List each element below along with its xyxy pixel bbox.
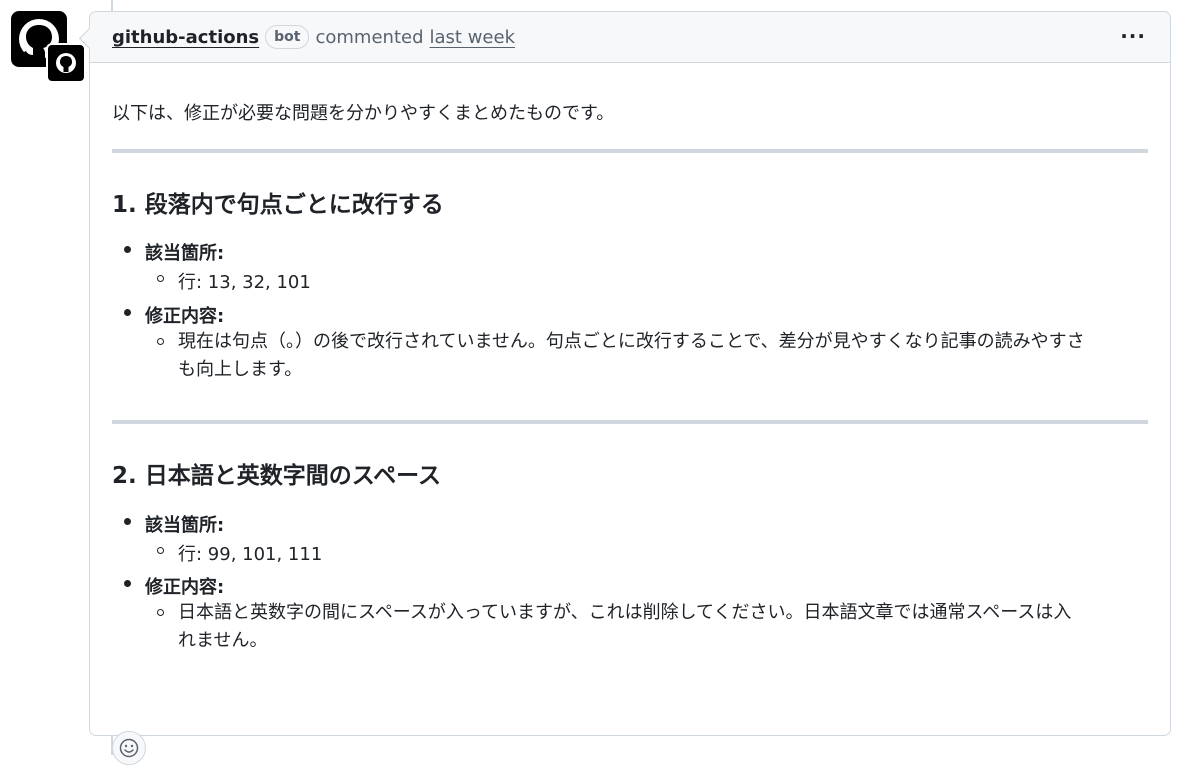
fix-description: 現在は句点（。）の後で改行されていません。句点ごとに改行することで、差分が見やす… [178,328,1158,384]
comment-header: github-actions bot commented last week ·… [90,12,1170,63]
bullet-disc [124,580,131,587]
avatar[interactable] [11,11,86,83]
section-heading: 2. 日本語と英数字間のスペース [112,463,441,489]
divider [112,420,1148,424]
location-value: 行: 13, 32, 101 [178,272,311,293]
fix-description: 日本語と英数字の間にスペースが入っていますが、これは削除してください。日本語文章… [178,599,1158,655]
bullet-disc [124,518,131,525]
bullet-circle [157,609,164,616]
intro-text: 以下は、修正が必要な問題を分かりやすくまとめたものです。 [112,103,615,124]
author-link[interactable]: github-actions [112,27,259,48]
bullet-circle [157,275,164,282]
fix-description-line: 日本語と英数字の間にスペースが入っていますが、これは削除してください。日本語文章… [178,602,1072,623]
bot-badge [46,43,86,83]
comment-box: github-actions bot commented last week ·… [89,11,1171,765]
github-octocat-icon [56,53,76,73]
fix-label: 修正内容: [145,577,225,598]
fix-description-line: 現在は句点（。）の後で改行されていません。句点ごとに改行することで、差分が見やす… [178,331,1085,352]
timestamp-link[interactable]: last week [430,27,515,48]
kebab-icon[interactable]: ··· [1120,24,1146,48]
bullet-disc [124,246,131,253]
location-value: 行: 99, 101, 111 [178,544,323,565]
comment-action: commented [315,26,424,48]
fix-description-line: も向上します。 [178,359,303,380]
bullet-circle [157,547,164,554]
fix-label: 修正内容: [145,306,225,327]
divider [112,149,1148,153]
fix-description-line: れません。 [178,630,268,651]
bullet-disc [124,309,131,316]
bullet-circle [157,338,164,345]
location-label: 該当箇所: [145,243,225,264]
add-reaction-button[interactable] [112,731,146,765]
section-heading: 1. 段落内で句点ごとに改行する [112,192,444,218]
bot-label: bot [265,25,310,49]
location-label: 該当箇所: [145,515,225,536]
smiley-icon [119,738,139,758]
